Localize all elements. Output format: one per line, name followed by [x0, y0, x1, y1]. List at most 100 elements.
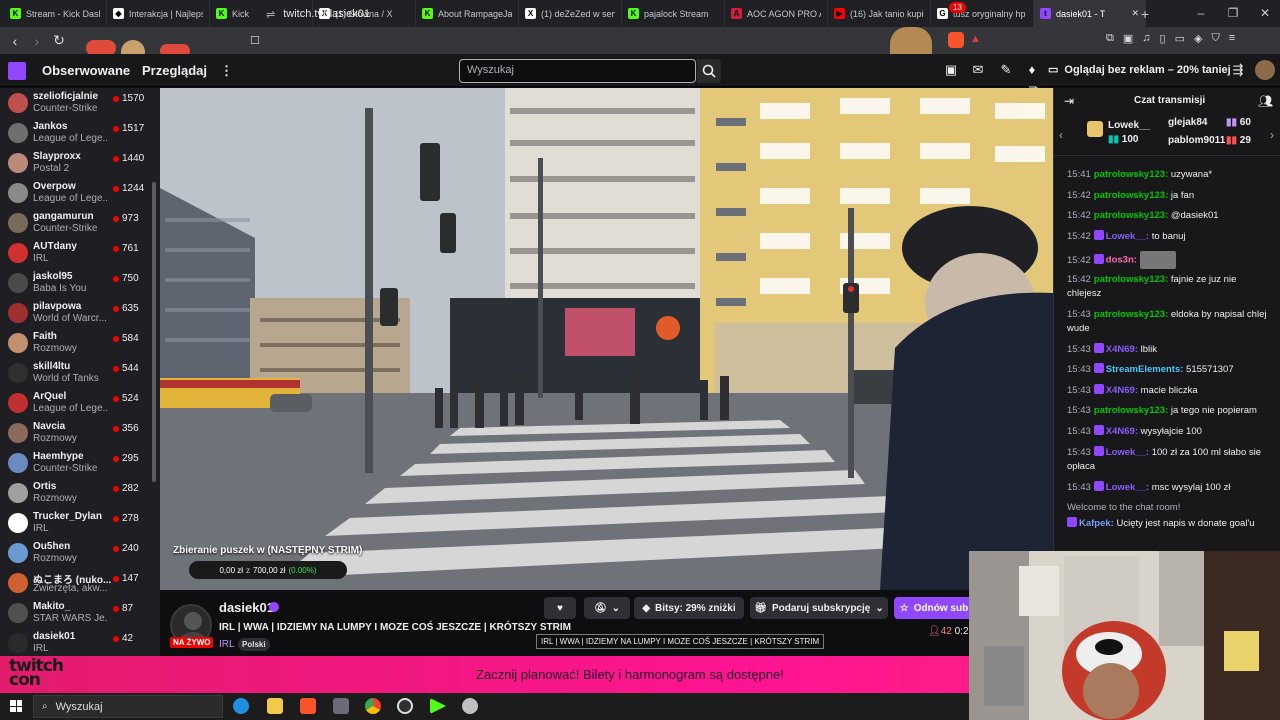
- sidebar-channel[interactable]: Ortis Rozmowy 282: [0, 478, 160, 508]
- stream-category[interactable]: IRL: [219, 639, 235, 650]
- more-menu-icon[interactable]: ⋮: [220, 63, 233, 79]
- sidebar-channel[interactable]: Faith Rozmowy 584: [0, 328, 160, 358]
- whispers-icon[interactable]: ✉: [970, 62, 986, 78]
- turbo-icon[interactable]: ⇶: [1230, 62, 1246, 78]
- brave-icon[interactable]: [300, 698, 316, 714]
- app-icon-2[interactable]: [462, 698, 478, 714]
- chat-username[interactable]: Lowek__:: [1106, 482, 1149, 493]
- new-tab-button[interactable]: +: [1141, 0, 1161, 27]
- screenshot-icon[interactable]: ▣: [1123, 32, 1133, 45]
- sidebar-channel[interactable]: Navcia Rozmowy 356: [0, 418, 160, 448]
- rewards-icon[interactable]: ▲: [970, 33, 981, 45]
- sidebar-channel[interactable]: szelioficjalnie Counter-Strike 1570: [0, 88, 160, 118]
- heart-button[interactable]: ♥: [544, 597, 576, 619]
- chat-username[interactable]: Lowek__:: [1106, 447, 1149, 458]
- inbox-icon[interactable]: ▣: [943, 62, 959, 78]
- streamer-name[interactable]: dasiek01: [219, 600, 274, 615]
- search-input[interactable]: Wyszukaj: [459, 59, 696, 83]
- channel-category: Rozmowy: [33, 343, 77, 354]
- chat-username[interactable]: StreamElements:: [1106, 364, 1184, 375]
- restore-icon[interactable]: ❐: [1217, 6, 1249, 20]
- leaderboard-prev-icon[interactable]: ‹: [1059, 128, 1063, 142]
- sidebar-channel[interactable]: dasiek01 IRL 42: [0, 628, 160, 656]
- sidebar-channel[interactable]: skill4ltu World of Tanks 544: [0, 358, 160, 388]
- user-avatar[interactable]: [1255, 60, 1275, 80]
- sidebar-toggle-icon[interactable]: ▯: [1160, 32, 1166, 45]
- browser-tab[interactable]: t dasiek01 - T ✕: [1034, 0, 1146, 27]
- chat-username[interactable]: patrolowsky123:: [1094, 309, 1168, 320]
- nav-following[interactable]: Obserwowane: [42, 63, 130, 78]
- sidebar-channel[interactable]: gangamurun Counter-Strike 973: [0, 208, 160, 238]
- leader-third-name[interactable]: pablom9011: [1168, 135, 1225, 146]
- url-field[interactable]: ⇌ twitch.tv/dasiek01: [266, 5, 956, 23]
- minimize-icon[interactable]: –: [1185, 6, 1217, 20]
- media-icon[interactable]: ♫: [1142, 32, 1150, 45]
- browser-tab[interactable]: K Stream - Kick Dashb: [4, 0, 107, 27]
- leader-first-name[interactable]: Lowek__: [1108, 120, 1150, 131]
- sidebar-channel[interactable]: Slayproxx Postal 2 1440: [0, 148, 160, 178]
- chat-username[interactable]: Kafpek:: [1079, 518, 1114, 529]
- chrome-icon[interactable]: [365, 698, 381, 714]
- sidebar-channel[interactable]: Overpow League of Lege... 1244: [0, 178, 160, 208]
- leader-second-name[interactable]: glejak84: [1168, 117, 1207, 128]
- activity-icon[interactable]: ✎: [998, 62, 1014, 78]
- obs-icon[interactable]: [397, 698, 413, 714]
- chat-username[interactable]: X4N69:: [1106, 385, 1138, 396]
- chat-username[interactable]: X4N69:: [1106, 344, 1138, 355]
- sidebar-channel[interactable]: Makito_ STAR WARS Je... 87: [0, 598, 160, 628]
- language-tag[interactable]: Polski: [238, 638, 270, 651]
- chat-username[interactable]: patrolowsky123:: [1094, 405, 1168, 416]
- chat-username[interactable]: X4N69:: [1106, 426, 1138, 437]
- close-tab-icon[interactable]: ✕: [1131, 8, 1139, 19]
- users-icon[interactable]: 👥︎: [1258, 94, 1273, 108]
- app-icon[interactable]: [333, 698, 349, 714]
- chat-username[interactable]: Lowek__:: [1106, 231, 1149, 242]
- crown-icon[interactable]: ♦: [1024, 62, 1040, 78]
- shield-icon[interactable]: ⛉: [1211, 32, 1219, 45]
- sidebar-channel[interactable]: pilavpowa World of Warcr... 635: [0, 298, 160, 328]
- nav-browse[interactable]: Przeglądaj: [142, 63, 207, 78]
- file-explorer-icon[interactable]: [267, 698, 283, 714]
- chat-username[interactable]: patrolowsky123:: [1094, 190, 1168, 201]
- sidebar-scrollbar[interactable]: [152, 182, 156, 482]
- search-button[interactable]: [697, 59, 721, 83]
- leaderboard-next-icon[interactable]: ›: [1270, 128, 1274, 142]
- extensions-icon[interactable]: ⧉: [1106, 32, 1114, 45]
- reload-icon[interactable]: ↻: [48, 32, 70, 49]
- close-window-icon[interactable]: ✕: [1249, 6, 1280, 20]
- sidebar-channel[interactable]: AUTdany IRL 761: [0, 238, 160, 268]
- edge-icon[interactable]: [233, 698, 249, 714]
- sidebar-channel[interactable]: Jankos League of Lege... 1517: [0, 118, 160, 148]
- sidebar-channel[interactable]: jaskol95 Baba Is You 750: [0, 268, 160, 298]
- gift-sub-button[interactable]: 🎁︎ Podaruj subskrypcję ⌄: [750, 597, 888, 619]
- wallet-icon[interactable]: ▭: [1175, 32, 1185, 45]
- banner-text[interactable]: Zacznij planować! Bilety i harmonogram s…: [476, 667, 784, 682]
- chat-username[interactable]: patrolowsky123:: [1094, 210, 1168, 221]
- brave-shield-icon[interactable]: [948, 32, 964, 48]
- sidebar-channel[interactable]: Trucker_Dylan IRL 278: [0, 508, 160, 538]
- forward-icon[interactable]: ›: [26, 33, 48, 49]
- channel-viewers: 1517: [122, 123, 145, 134]
- site-info-icon[interactable]: ⇌: [266, 8, 275, 21]
- notifications-button[interactable]: 🔕︎ ⌄: [584, 597, 630, 619]
- browser-tab[interactable]: ◆ Interakcja | Najlepsz: [107, 0, 210, 27]
- resub-button[interactable]: ☆ Odnów sub: [894, 597, 974, 619]
- taskbar-search[interactable]: ⌕ Wyszukaj: [33, 695, 223, 718]
- back-icon[interactable]: ‹: [4, 33, 26, 49]
- windows-start-icon[interactable]: [10, 700, 22, 712]
- menu-icon[interactable]: ≡: [1229, 32, 1235, 45]
- video-player[interactable]: [160, 88, 1053, 590]
- bookmark-icon[interactable]: ☐: [250, 34, 260, 47]
- chat-username[interactable]: dos3n:: [1106, 255, 1137, 266]
- bits-button[interactable]: ◆ Bitsy: 29% zniżki: [634, 597, 744, 619]
- sidebar-channel[interactable]: ArQuel League of Lege... 524: [0, 388, 160, 418]
- sidebar-channel[interactable]: Haemhype Counter-Strike 295: [0, 448, 160, 478]
- collapse-chat-icon[interactable]: ⇥: [1064, 94, 1074, 108]
- twitch-logo-icon[interactable]: [8, 62, 26, 80]
- vpn-icon[interactable]: ◈: [1194, 32, 1202, 45]
- ad-free-promo[interactable]: ▭ Oglądaj bez reklam – 20% taniej: [1048, 63, 1231, 77]
- sidebar-channel[interactable]: ぬこまろ (nuko... Zwierzęta, akw... 147: [0, 568, 160, 598]
- chat-username[interactable]: patrolowsky123:: [1094, 274, 1168, 285]
- sidebar-channel[interactable]: Ou5hen Rozmowy 240: [0, 538, 160, 568]
- chat-username[interactable]: patrolowsky123:: [1094, 169, 1168, 180]
